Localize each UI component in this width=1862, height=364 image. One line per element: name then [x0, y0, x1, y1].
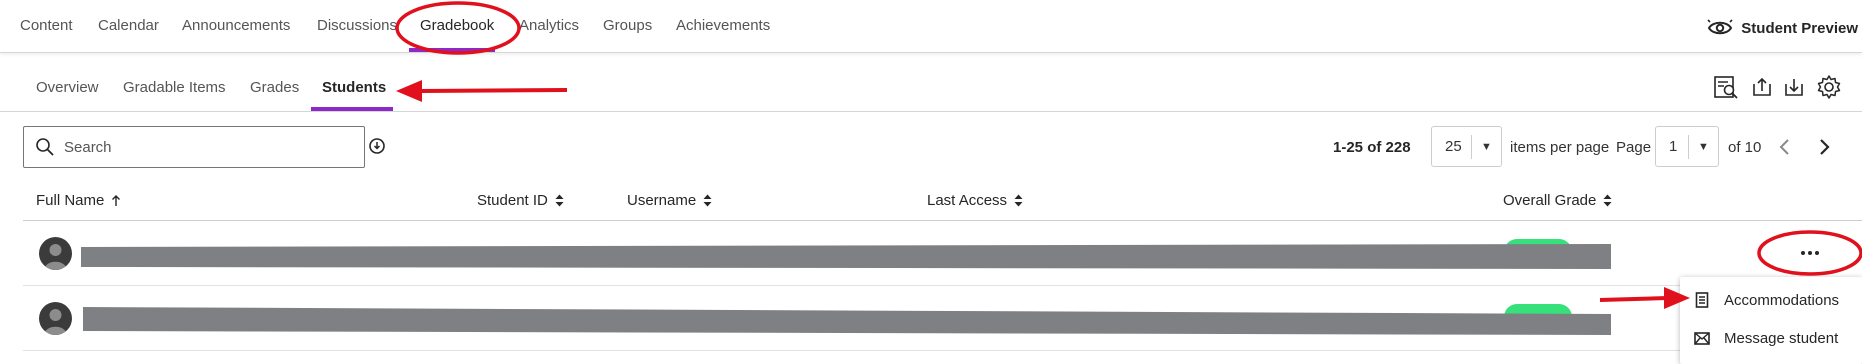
row-context-menu: Accommodations Message student [1680, 277, 1862, 364]
top-navigation: Content Calendar Announcements Discussio… [0, 0, 1862, 53]
items-per-page-label: items per page [1510, 139, 1610, 156]
column-student-id[interactable]: Student ID [477, 192, 564, 209]
sort-icon [1014, 194, 1023, 207]
nav-analytics[interactable]: Analytics [519, 17, 579, 34]
nav-achievements[interactable]: Achievements [676, 17, 770, 34]
table-header: Full Name Student ID Username Last Acces… [23, 184, 1862, 221]
page-total-label: of 10 [1728, 139, 1762, 156]
nav-announcements[interactable]: Announcements [182, 17, 290, 34]
row-more-options-button[interactable] [1795, 245, 1825, 261]
column-label: Student ID [477, 192, 548, 209]
tab-students[interactable]: Students [322, 79, 386, 96]
chevron-right-icon[interactable] [1817, 138, 1831, 156]
info-icon[interactable] [368, 137, 386, 155]
sub-navigation: Overview Gradable Items Grades Students [0, 53, 1862, 112]
search-input[interactable] [64, 138, 344, 156]
caret-down-icon: ▼ [1471, 135, 1501, 159]
table-row[interactable] [23, 221, 1862, 286]
column-label: Username [627, 192, 697, 209]
eye-preview-icon [1707, 19, 1733, 35]
ellipsis-icon [1815, 251, 1819, 255]
column-label: Last Access [927, 192, 1008, 209]
menu-item-accommodations[interactable]: Accommodations [1680, 282, 1862, 318]
nav-calendar[interactable]: Calendar [98, 17, 159, 34]
redaction-bar [83, 307, 1611, 335]
nav-gradebook[interactable]: Gradebook [420, 17, 494, 34]
nav-content[interactable]: Content [20, 17, 73, 34]
sort-icon [1603, 194, 1612, 207]
ellipsis-icon [1808, 251, 1812, 255]
column-last-access[interactable]: Last Access [927, 192, 1023, 209]
tab-gradable-items[interactable]: Gradable Items [123, 79, 226, 96]
redaction-bar [81, 244, 1611, 269]
avatar [39, 302, 72, 335]
report-icon[interactable] [1713, 74, 1739, 100]
search-icon [36, 138, 54, 156]
active-tab-indicator [409, 48, 495, 52]
tab-grades[interactable]: Grades [250, 79, 299, 96]
arrow-up-icon [112, 194, 121, 206]
caret-down-icon: ▼ [1688, 135, 1718, 159]
page-value: 1 [1669, 138, 1678, 155]
active-subtab-indicator [311, 107, 393, 111]
avatar [39, 237, 72, 270]
document-icon [1695, 292, 1709, 308]
column-label: Full Name [36, 192, 105, 209]
upload-icon[interactable] [1751, 74, 1773, 100]
search-box [23, 126, 365, 168]
chevron-left-icon[interactable] [1778, 138, 1792, 156]
nav-groups[interactable]: Groups [603, 17, 652, 34]
student-preview-label: Student Preview [1741, 19, 1858, 37]
column-username[interactable]: Username [627, 192, 712, 209]
envelope-icon [1694, 331, 1710, 345]
column-label: Overall Grade [1503, 192, 1597, 209]
ellipsis-icon [1801, 251, 1805, 255]
menu-item-label: Message student [1724, 329, 1839, 347]
sort-icon [555, 194, 564, 207]
column-full-name[interactable]: Full Name [36, 192, 121, 209]
menu-item-label: Accommodations [1724, 291, 1840, 309]
page-label: Page [1616, 139, 1652, 156]
settings-icon[interactable] [1816, 74, 1842, 100]
student-preview-button[interactable]: Student Preview [1707, 18, 1858, 38]
pagination-range: 1-25 of 228 [1333, 139, 1411, 156]
menu-item-message-student[interactable]: Message student [1680, 320, 1862, 356]
sort-icon [703, 194, 712, 207]
nav-discussions[interactable]: Discussions [317, 17, 397, 34]
page-select[interactable]: 1 ▼ [1655, 126, 1719, 167]
table-row[interactable] [23, 286, 1862, 351]
tab-overview[interactable]: Overview [36, 79, 99, 96]
download-icon[interactable] [1783, 74, 1805, 100]
items-per-page-select[interactable]: 25 ▼ [1431, 126, 1502, 167]
column-overall-grade[interactable]: Overall Grade [1503, 192, 1612, 209]
items-per-page-value: 25 [1445, 138, 1462, 155]
